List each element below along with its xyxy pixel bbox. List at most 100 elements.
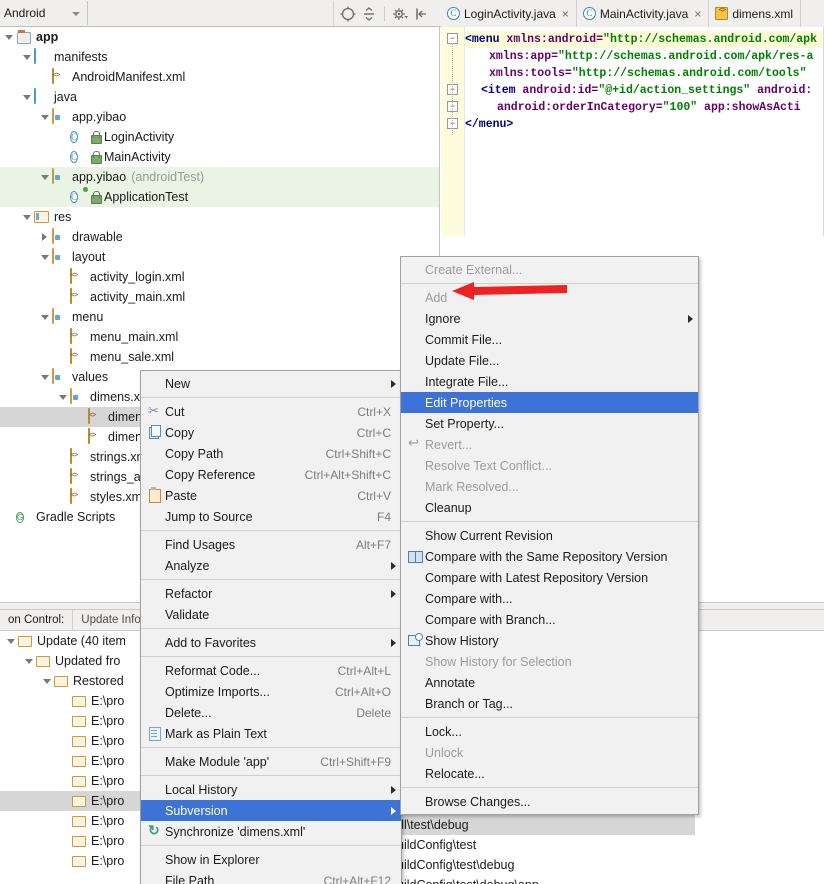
- tree-row[interactable]: CLoginActivity: [0, 127, 439, 147]
- menu-item[interactable]: Browse Changes...: [401, 791, 698, 812]
- tree-row[interactable]: drawable: [0, 227, 439, 247]
- menu-item[interactable]: Add to Favorites: [141, 632, 401, 653]
- code-line[interactable]: xmlns:app="http://schemas.android.com/ap…: [465, 48, 824, 65]
- menu-item[interactable]: Jump to SourceF4: [141, 506, 401, 527]
- menu-item[interactable]: Local History: [141, 779, 401, 800]
- tab-update-info[interactable]: Update Info: [73, 610, 149, 630]
- tree-twisty-open-icon[interactable]: [40, 674, 54, 688]
- tree-row[interactable]: manifests: [0, 47, 439, 67]
- tree-row[interactable]: java: [0, 87, 439, 107]
- menu-item[interactable]: Reformat Code...Ctrl+Alt+L: [141, 660, 401, 681]
- menu-item[interactable]: CopyCtrl+C: [141, 422, 401, 443]
- menu-item-label: Create External...: [425, 263, 688, 277]
- menu-item[interactable]: File PathCtrl+Alt+F12: [141, 870, 401, 884]
- tree-twisty-open-icon[interactable]: [38, 250, 52, 264]
- menu-item-label: Show in Explorer: [165, 853, 391, 867]
- menu-item[interactable]: Branch or Tag...: [401, 693, 698, 714]
- hide-panel-icon[interactable]: [412, 5, 430, 23]
- menu-item[interactable]: Find UsagesAlt+F7: [141, 534, 401, 555]
- menu-item[interactable]: Copy PathCtrl+Shift+C: [141, 443, 401, 464]
- menu-item[interactable]: Delete...Delete: [141, 702, 401, 723]
- tree-row[interactable]: CApplicationTest: [0, 187, 439, 207]
- menu-item[interactable]: Make Module 'app'Ctrl+Shift+F9: [141, 751, 401, 772]
- code-line[interactable]: <menu xmlns:android="http://schemas.andr…: [465, 31, 824, 48]
- menu-item[interactable]: Show in Explorer: [141, 849, 401, 870]
- target-icon[interactable]: [339, 5, 357, 23]
- tree-row[interactable]: app: [0, 27, 439, 47]
- menu-item[interactable]: Annotate: [401, 672, 698, 693]
- tree-row[interactable]: activity_login.xml: [0, 267, 439, 287]
- tree-row[interactable]: app.yibao: [0, 107, 439, 127]
- menu-item[interactable]: Compare with Branch...: [401, 609, 698, 630]
- menu-item[interactable]: Lock...: [401, 721, 698, 742]
- menu-item[interactable]: Show Current Revision: [401, 525, 698, 546]
- tree-row[interactable]: activity_main.xml: [0, 287, 439, 307]
- tree-twisty-open-icon[interactable]: [4, 634, 18, 648]
- editor-tab-main-activity[interactable]: C MainActivity.java ×: [577, 0, 710, 27]
- tree-twisty-open-icon[interactable]: [38, 170, 52, 184]
- tree-twisty-open-icon[interactable]: [56, 390, 70, 404]
- menu-item[interactable]: Update File...: [401, 350, 698, 371]
- editor-tab-login-activity[interactable]: C LoginActivity.java ×: [441, 0, 577, 27]
- menu-item[interactable]: Validate: [141, 604, 401, 625]
- menu-item[interactable]: Cleanup: [401, 497, 698, 518]
- version-control-path-row[interactable]: uildConfig\test\debug\app: [395, 875, 695, 884]
- version-control-path-row[interactable]: uildConfig\test\debug: [395, 855, 695, 875]
- version-control-path-row[interactable]: dl\test\debug: [395, 815, 695, 835]
- menu-item[interactable]: Analyze: [141, 555, 401, 576]
- tree-row[interactable]: menu_sale.xml: [0, 347, 439, 367]
- tree-row[interactable]: app.yibao(androidTest): [0, 167, 439, 187]
- editor-gutter[interactable]: [441, 27, 465, 236]
- tree-twisty-open-icon[interactable]: [38, 310, 52, 324]
- tree-twisty-closed-icon[interactable]: [38, 230, 52, 244]
- menu-item[interactable]: Commit File...: [401, 329, 698, 350]
- tree-row[interactable]: CMainActivity: [0, 147, 439, 167]
- menu-item[interactable]: Compare with the Same Repository Version: [401, 546, 698, 567]
- menu-item[interactable]: Subversion: [141, 800, 401, 821]
- version-control-row-label: E:\pro: [91, 694, 124, 708]
- code-line[interactable]: xmlns:tools="http://schemas.android.com/…: [465, 65, 824, 82]
- menu-item[interactable]: Compare with...: [401, 588, 698, 609]
- code-line[interactable]: </menu>: [465, 116, 824, 133]
- menu-item[interactable]: Optimize Imports...Ctrl+Alt+O: [141, 681, 401, 702]
- menu-item[interactable]: CutCtrl+X: [141, 401, 401, 422]
- tree-twisty-open-icon[interactable]: [38, 110, 52, 124]
- menu-item[interactable]: Integrate File...: [401, 371, 698, 392]
- menu-item[interactable]: Copy ReferenceCtrl+Alt+Shift+C: [141, 464, 401, 485]
- tree-row[interactable]: AndroidManifest.xml: [0, 67, 439, 87]
- tree-twisty-open-icon[interactable]: [20, 50, 34, 64]
- subversion-submenu[interactable]: Create External...AddIgnoreCommit File..…: [400, 256, 699, 815]
- menu-item[interactable]: New: [141, 373, 401, 394]
- tree-row[interactable]: res: [0, 207, 439, 227]
- code-line[interactable]: <item android:id="@+id/action_settings" …: [465, 82, 824, 99]
- settings-gear-icon[interactable]: [391, 5, 409, 23]
- tree-twisty-open-icon[interactable]: [20, 90, 34, 104]
- tree-twisty-open-icon[interactable]: [20, 210, 34, 224]
- tree-twisty-open-icon[interactable]: [38, 370, 52, 384]
- tree-twisty-open-icon[interactable]: [22, 654, 36, 668]
- menu-item[interactable]: Ignore: [401, 308, 698, 329]
- collapse-all-icon[interactable]: [360, 5, 378, 23]
- menu-item[interactable]: Mark as Plain Text: [141, 723, 401, 744]
- menu-item[interactable]: Relocate...: [401, 763, 698, 784]
- tree-row[interactable]: menu: [0, 307, 439, 327]
- code-line[interactable]: android:orderInCategory="100" app:showAs…: [465, 99, 824, 116]
- menu-item[interactable]: Show History: [401, 630, 698, 651]
- menu-item[interactable]: Set Property...: [401, 413, 698, 434]
- menu-item[interactable]: Refactor: [141, 583, 401, 604]
- project-file-context-menu[interactable]: New CutCtrl+XCopyCtrl+CCopy PathCtrl+Shif…: [140, 370, 402, 884]
- chevron-down-icon[interactable]: [72, 12, 80, 16]
- menu-item[interactable]: PasteCtrl+V: [141, 485, 401, 506]
- close-icon[interactable]: ×: [562, 7, 569, 21]
- close-icon[interactable]: ×: [694, 7, 701, 21]
- tree-twisty-open-icon[interactable]: [2, 30, 16, 44]
- code-editor[interactable]: <menu xmlns:android="http://schemas.andr…: [441, 27, 824, 236]
- tree-row[interactable]: layout: [0, 247, 439, 267]
- menu-item[interactable]: Synchronize 'dimens.xml': [141, 821, 401, 842]
- version-control-path-row[interactable]: uildConfig\test: [395, 835, 695, 855]
- tree-row[interactable]: menu_main.xml: [0, 327, 439, 347]
- menu-item[interactable]: Compare with Latest Repository Version: [401, 567, 698, 588]
- editor-tab-dimens-xml[interactable]: dimens.xml: [709, 0, 801, 27]
- project-view-selector[interactable]: Android: [0, 1, 88, 25]
- menu-item[interactable]: Edit Properties: [401, 392, 698, 413]
